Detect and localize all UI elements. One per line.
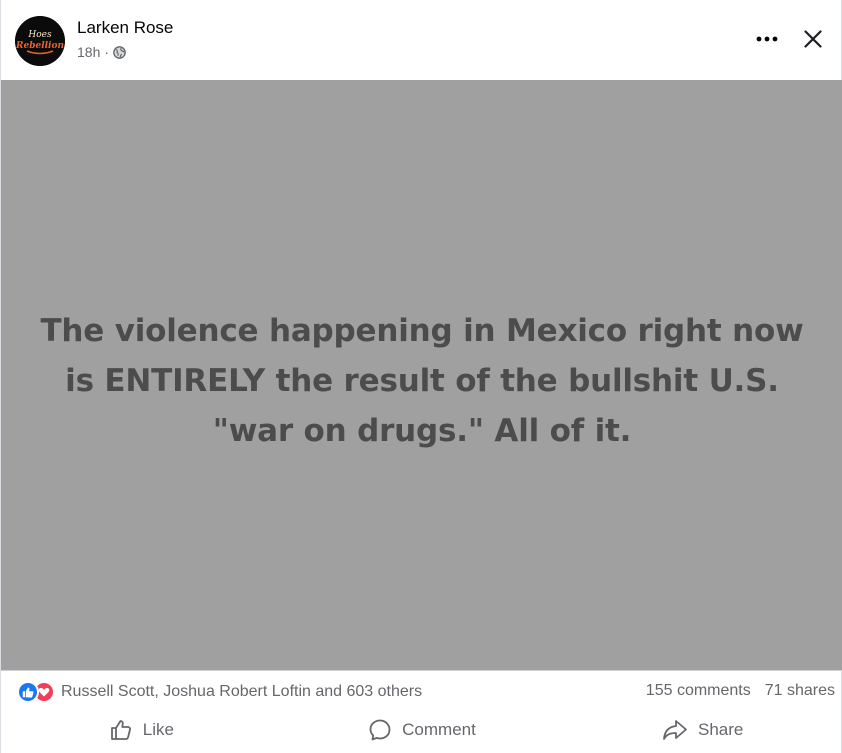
comments-count[interactable]: 155 comments (646, 682, 751, 700)
post-actions: Like Comment Share (1, 714, 842, 753)
post-header: Hoes Rebellion Larken Rose 18h · (1, 0, 842, 80)
svg-text:Hoes: Hoes (27, 30, 52, 40)
close-icon (804, 30, 822, 48)
author-name[interactable]: Larken Rose (77, 18, 173, 38)
share-icon (663, 719, 687, 740)
comment-label: Comment (402, 719, 476, 739)
thumbs-up-icon (110, 719, 131, 740)
post-stats: Russell Scott, Joshua Robert Loftin and … (1, 670, 842, 714)
reaction-names[interactable]: Russell Scott, Joshua Robert Loftin and … (61, 683, 422, 701)
reactions-summary[interactable]: Russell Scott, Joshua Robert Loftin and … (17, 681, 422, 703)
meta-separator: · (104, 44, 110, 60)
more-options-button[interactable] (751, 24, 783, 54)
close-button[interactable] (797, 24, 829, 54)
svg-text:Rebellion: Rebellion (15, 41, 64, 51)
post-image[interactable]: The violence happening in Mexico right n… (1, 80, 842, 670)
engagement-counts: 155 comments 71 shares (646, 682, 835, 700)
post-time[interactable]: 18h (77, 44, 100, 60)
post-image-text: The violence happening in Mexico right n… (40, 313, 804, 449)
like-button[interactable]: Like (1, 714, 282, 753)
more-options-icon (756, 36, 778, 42)
post-meta: 18h · (77, 44, 126, 60)
comment-button[interactable]: Comment (282, 714, 563, 753)
like-reaction-icon (17, 681, 39, 703)
avatar[interactable]: Hoes Rebellion (15, 16, 65, 66)
like-label: Like (142, 719, 174, 739)
post-card: Hoes Rebellion Larken Rose 18h · The vio… (0, 0, 842, 753)
shares-count[interactable]: 71 shares (765, 682, 835, 700)
share-label: Share (697, 719, 744, 739)
globe-icon (113, 45, 126, 59)
comment-icon (369, 719, 391, 740)
share-button[interactable]: Share (562, 714, 842, 753)
avatar-logo: Hoes Rebellion (15, 16, 65, 66)
